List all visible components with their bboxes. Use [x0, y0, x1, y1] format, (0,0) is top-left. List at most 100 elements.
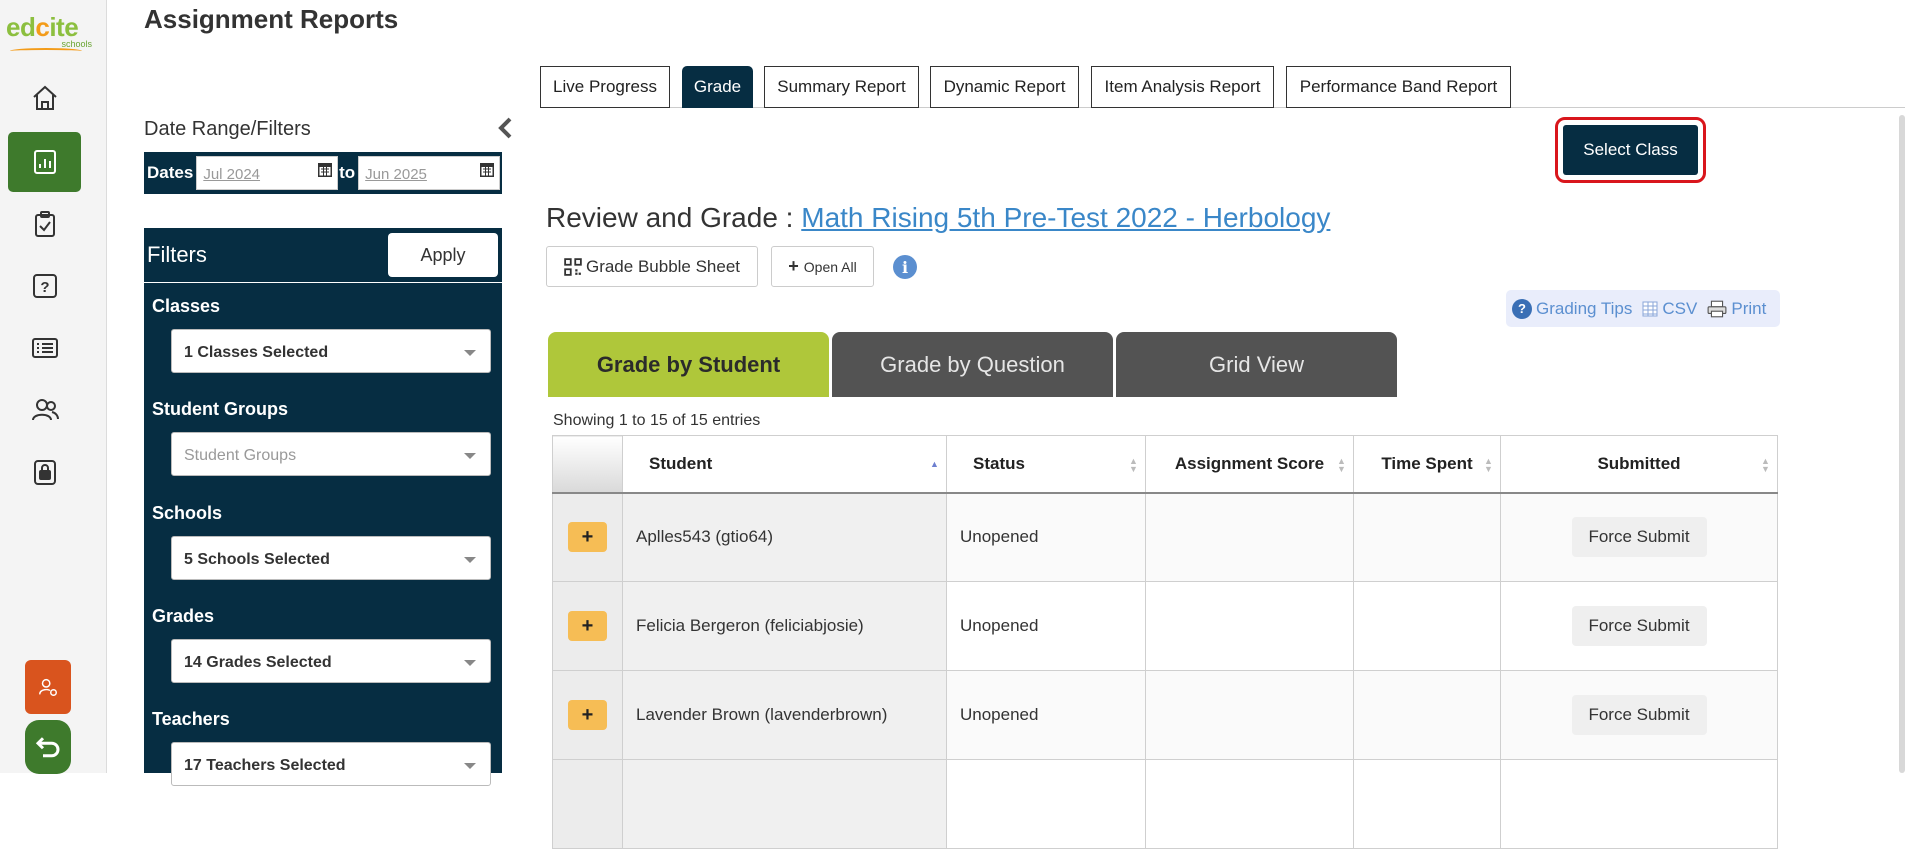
page-scrollbar[interactable] — [1899, 115, 1905, 773]
tab-live-progress[interactable]: Live Progress — [540, 66, 670, 108]
column-header-assignment-score[interactable]: Assignment Score ▲ ▼ — [1145, 435, 1354, 494]
column-header-time-spent[interactable]: Time Spent ▲ ▼ — [1353, 435, 1501, 494]
assignment-link[interactable]: Math Rising 5th Pre-Test 2022 - Herbolog… — [801, 202, 1330, 233]
score-cell — [1145, 670, 1354, 760]
filter-label-classes: Classes — [152, 296, 221, 316]
filter-label-teachers: Teachers — [152, 709, 230, 729]
csv-link[interactable]: CSV — [1662, 299, 1697, 319]
tab-summary-report[interactable]: Summary Report — [764, 66, 919, 108]
student-name: Felicia Bergeron (feliciabjosie) — [622, 581, 947, 671]
score-cell — [1145, 581, 1354, 671]
sort-icon: ▲ ▼ — [1484, 456, 1493, 474]
date-to-input[interactable]: Jun 2025 — [358, 156, 500, 190]
sort-ascending-icon: ▲ — [930, 459, 939, 469]
qr-code-icon — [564, 257, 582, 276]
filter-label-grades: Grades — [152, 606, 215, 626]
tab-item-analysis-report[interactable]: Item Analysis Report — [1091, 66, 1274, 108]
filters-heading: Date Range/Filters — [144, 118, 311, 140]
tab-grade-by-student[interactable]: Grade by Student — [548, 332, 829, 397]
chevron-down-icon — [464, 557, 476, 563]
left-rail: edcite schools ? — [0, 0, 107, 774]
clipboard-check-icon — [34, 211, 55, 237]
nav-reports[interactable] — [8, 132, 81, 192]
edcite-logo[interactable]: edcite schools — [6, 14, 96, 54]
back-button[interactable] — [25, 720, 71, 774]
status-cell: Unopened — [946, 492, 1146, 582]
students-table: Student ▲ Status ▲ ▼ Assignment Score ▲ ▼ Tim… — [552, 435, 1778, 849]
collapse-chevron-icon[interactable] — [496, 116, 516, 140]
nav-users[interactable] — [8, 380, 81, 440]
nav-home[interactable] — [8, 68, 81, 128]
column-header-submitted[interactable]: Submitted ▲ ▼ — [1500, 435, 1778, 494]
spreadsheet-icon — [1642, 301, 1658, 316]
column-header-expand — [552, 435, 623, 494]
sort-icon: ▲ ▼ — [1129, 456, 1138, 474]
column-header-student[interactable]: Student ▲ — [622, 435, 947, 494]
nav-lists[interactable] — [8, 318, 81, 378]
chevron-down-icon — [464, 453, 476, 459]
schools-select[interactable]: 5 Schools Selected — [171, 536, 491, 580]
users-icon — [31, 399, 59, 421]
column-header-status[interactable]: Status ▲ ▼ — [946, 435, 1146, 494]
chevron-down-icon — [464, 660, 476, 666]
table-row: + Lavender Brown (lavenderbrown) Unopene… — [552, 670, 1778, 760]
page-title: Assignment Reports — [144, 4, 399, 34]
date-range-bar: Dates Jul 2024 to Jun 2025 — [144, 152, 502, 194]
calendar-icon[interactable] — [317, 160, 333, 178]
time-spent-cell — [1353, 581, 1501, 671]
teachers-select[interactable]: 17 Teachers Selected — [171, 742, 491, 786]
grade-bubble-sheet-button[interactable]: Grade Bubble Sheet — [546, 246, 758, 287]
tab-grade-by-question[interactable]: Grade by Question — [832, 332, 1113, 397]
status-cell: Unopened — [946, 581, 1146, 671]
review-heading: Review and Grade : Math Rising 5th Pre-T… — [546, 202, 1330, 234]
filter-label-schools: Schools — [152, 503, 223, 523]
open-all-button[interactable]: + Open All — [771, 246, 874, 287]
force-submit-button[interactable]: Force Submit — [1571, 695, 1707, 735]
dates-label: Dates — [147, 163, 194, 182]
bar-chart-icon — [33, 150, 56, 174]
sort-icon: ▲ ▼ — [1337, 456, 1346, 474]
tab-grid-view[interactable]: Grid View — [1116, 332, 1397, 397]
chevron-down-icon — [464, 763, 476, 769]
date-from-input[interactable]: Jul 2024 — [196, 156, 339, 190]
status-cell: Unopened — [946, 670, 1146, 760]
force-submit-button[interactable]: Force Submit — [1571, 606, 1707, 646]
grading-tips-link[interactable]: Grading Tips — [1536, 299, 1632, 319]
plus-icon: + — [788, 256, 799, 276]
grades-select[interactable]: 14 Grades Selected — [171, 639, 491, 683]
grading-tools-bar: ? Grading Tips CSV Print — [1506, 290, 1780, 327]
tab-grade[interactable]: Grade — [682, 66, 753, 108]
user-settings-button[interactable] — [25, 660, 71, 714]
tab-dynamic-report[interactable]: Dynamic Report — [930, 66, 1079, 108]
score-cell — [1145, 492, 1354, 582]
student-name: Aplles543 (gtio64) — [622, 492, 947, 582]
nav-locked[interactable] — [8, 442, 81, 502]
entries-info: Showing 1 to 15 of 15 entries — [553, 412, 761, 429]
print-link[interactable]: Print — [1731, 299, 1766, 319]
svg-text:?: ? — [40, 279, 49, 296]
student-name: Lavender Brown (lavenderbrown) — [622, 670, 947, 760]
classes-select[interactable]: 1 Classes Selected — [171, 329, 491, 373]
expand-row-button[interactable]: + — [568, 522, 607, 553]
apply-button[interactable]: Apply — [388, 233, 498, 277]
nav-questions[interactable]: ? — [8, 256, 81, 316]
time-spent-cell — [1353, 492, 1501, 582]
to-label: to — [339, 163, 356, 182]
expand-row-button[interactable]: + — [568, 611, 607, 641]
sort-icon: ▲ ▼ — [1761, 456, 1770, 474]
help-icon: ? — [1512, 298, 1532, 319]
user-gear-icon — [39, 678, 57, 696]
student-groups-select[interactable]: Student Groups — [171, 432, 491, 476]
tab-performance-band-report[interactable]: Performance Band Report — [1286, 66, 1511, 108]
select-class-button[interactable]: Select Class — [1563, 125, 1698, 175]
question-icon: ? — [32, 274, 57, 298]
lock-icon — [33, 460, 56, 485]
calendar-icon[interactable] — [479, 160, 495, 178]
expand-row-button[interactable]: + — [568, 700, 607, 730]
home-icon — [32, 85, 57, 110]
filters-title: Filters — [147, 242, 207, 267]
return-icon — [35, 737, 60, 758]
force-submit-button[interactable]: Force Submit — [1571, 517, 1707, 558]
nav-assignments[interactable] — [8, 194, 81, 254]
info-icon[interactable]: i — [893, 255, 917, 279]
